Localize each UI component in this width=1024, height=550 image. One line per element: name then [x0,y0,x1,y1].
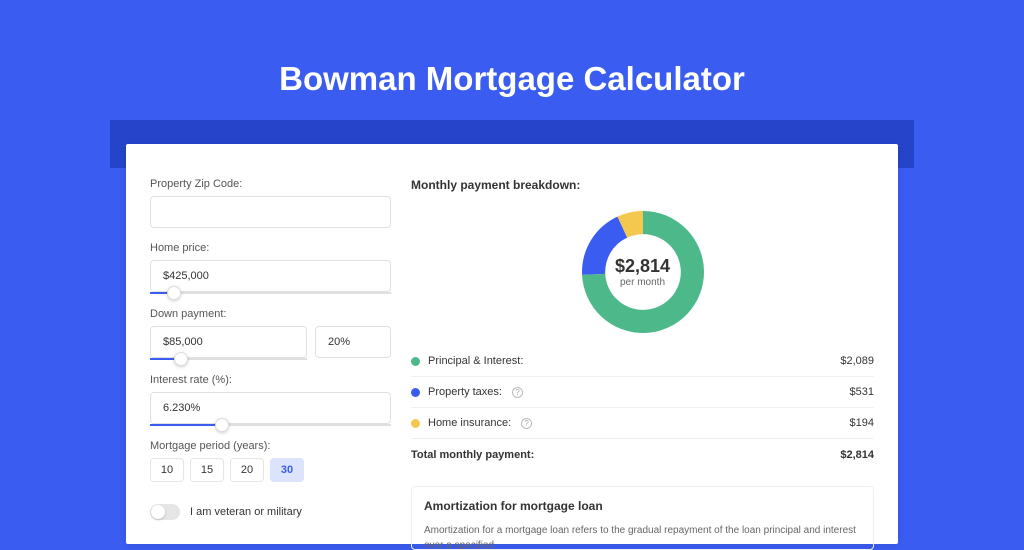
mortgage-period-label: Mortgage period (years): [150,440,391,452]
legend-row: Principal & Interest: $2,089 [411,346,874,377]
home-price-slider[interactable] [150,292,391,294]
legend-total-value: $2,814 [840,449,874,461]
down-payment-label: Down payment: [150,308,391,320]
period-group: Mortgage period (years): 10152030 [150,440,391,482]
amortization-box: Amortization for mortgage loan Amortizat… [411,486,874,550]
period-button-10[interactable]: 10 [150,458,184,482]
donut-total-amount: $2,814 [615,256,670,277]
legend-total-row: Total monthly payment: $2,814 [411,439,874,470]
calculator-card: Property Zip Code: Home price: Down paym… [126,144,898,544]
slider-thumb[interactable] [174,352,188,366]
zip-input[interactable] [150,196,391,228]
interest-slider[interactable] [150,424,391,426]
page-title: Bowman Mortgage Calculator [0,0,1024,120]
interest-rate-label: Interest rate (%): [150,374,391,386]
interest-rate-input[interactable] [150,392,391,424]
legend-label: Property taxes: [428,386,502,398]
breakdown-column: Monthly payment breakdown: $2,814 per mo… [411,178,874,544]
down-payment-percent-input[interactable] [315,326,391,358]
veteran-label: I am veteran or military [190,506,302,518]
veteran-toggle-row: I am veteran or military [150,504,391,520]
legend-row: Property taxes:? $531 [411,377,874,408]
legend-dot [411,419,420,428]
down-payment-amount-input[interactable] [150,326,307,358]
period-button-30[interactable]: 30 [270,458,304,482]
legend-value: $194 [850,417,874,429]
veteran-toggle[interactable] [150,504,180,520]
info-icon[interactable]: ? [512,387,523,398]
amortization-body: Amortization for a mortgage loan refers … [424,523,861,550]
legend-dot [411,388,420,397]
home-price-group: Home price: [150,242,391,294]
legend-value: $2,089 [840,355,874,367]
zip-label: Property Zip Code: [150,178,391,190]
slider-thumb[interactable] [167,286,181,300]
donut-sub-label: per month [620,277,665,288]
breakdown-title: Monthly payment breakdown: [411,178,874,192]
zip-group: Property Zip Code: [150,178,391,228]
amortization-title: Amortization for mortgage loan [424,499,861,513]
info-icon[interactable]: ? [521,418,532,429]
interest-group: Interest rate (%): [150,374,391,426]
period-button-20[interactable]: 20 [230,458,264,482]
legend-label: Principal & Interest: [428,355,523,367]
home-price-label: Home price: [150,242,391,254]
down-payment-slider[interactable] [150,358,307,360]
legend-dot [411,357,420,366]
donut-wrap: $2,814 per month [411,202,874,346]
legend-value: $531 [850,386,874,398]
period-button-15[interactable]: 15 [190,458,224,482]
home-price-input[interactable] [150,260,391,292]
down-payment-group: Down payment: [150,308,391,360]
toggle-knob [151,505,165,519]
form-column: Property Zip Code: Home price: Down paym… [150,178,391,544]
legend-label: Home insurance: [428,417,511,429]
legend-row: Home insurance:? $194 [411,408,874,439]
legend-total-label: Total monthly payment: [411,449,534,461]
slider-thumb[interactable] [215,418,229,432]
